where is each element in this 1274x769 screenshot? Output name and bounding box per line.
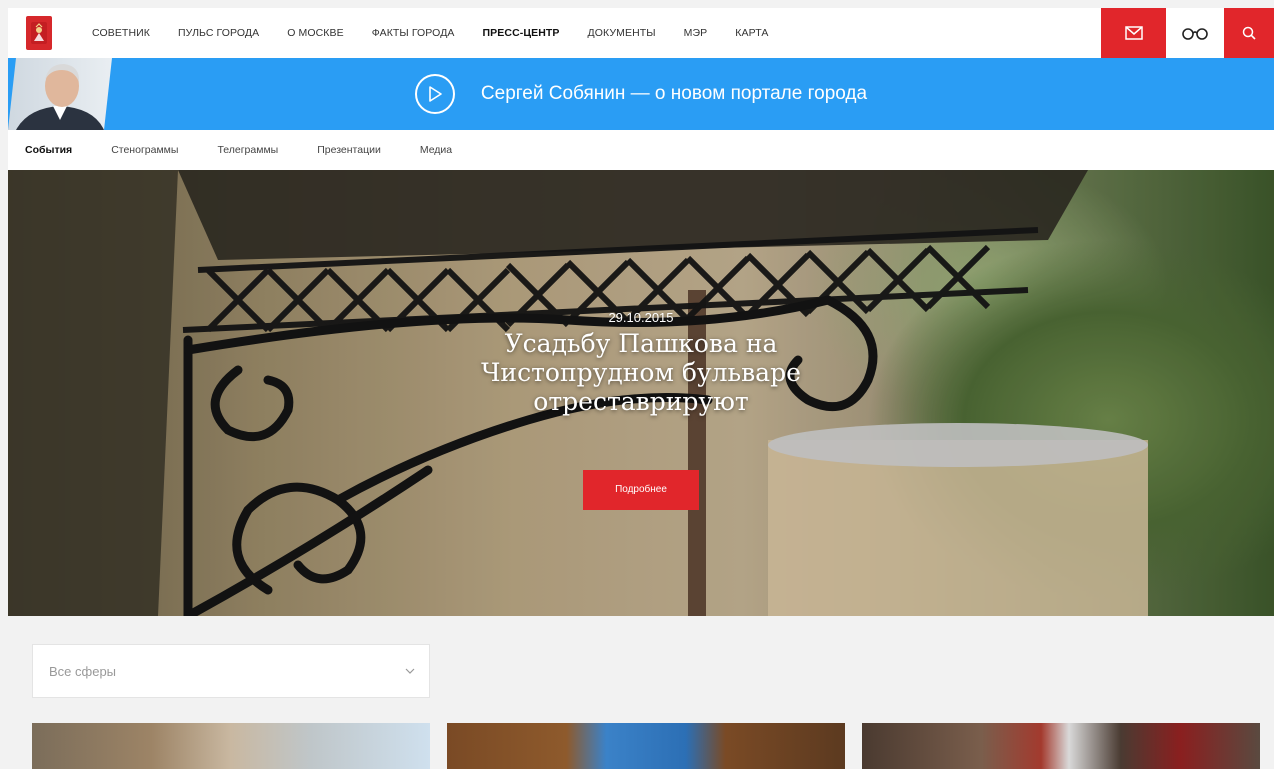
nav-item-dokumenty[interactable]: ДОКУМЕНТЫ [588,27,656,39]
chevron-down-icon [405,668,415,674]
tab-stenogrammy[interactable]: Стенограммы [111,144,178,156]
banner-content: Сергей Собянин — о новом портале города [414,74,867,114]
nav-item-press-center[interactable]: ПРЕСС-ЦЕНТР [483,27,560,39]
search-icon [1242,26,1256,40]
nav-item-puls-goroda[interactable]: ПУЛЬС ГОРОДА [178,27,259,39]
news-card-image[interactable] [447,723,845,769]
tab-prezentatsii[interactable]: Презентации [317,144,381,156]
mayor-video-banner[interactable]: Сергей Собянин — о новом портале города [8,58,1274,130]
nav-item-mer[interactable]: МЭР [684,27,708,39]
nav-item-o-moskve[interactable]: О МОСКВЕ [287,27,344,39]
top-actions [1101,8,1274,58]
accessibility-button[interactable] [1166,8,1224,58]
sphere-filter-value: Все сферы [49,663,117,679]
nav-item-sovetnik[interactable]: СОВЕТНИК [92,27,150,39]
sphere-filter-select[interactable]: Все сферы [32,644,430,698]
hero-slide: 29.10.2015 Усадьбу Пашкова на Чистопрудн… [8,170,1274,616]
press-center-subnav: События Стенограммы Телеграммы Презентац… [8,130,1274,170]
mail-button[interactable] [1101,8,1166,58]
tab-telegrammy[interactable]: Телеграммы [217,144,278,156]
nav-item-fakty-goroda[interactable]: ФАКТЫ ГОРОДА [372,27,455,39]
main-nav: СОВЕТНИК ПУЛЬС ГОРОДА О МОСКВЕ ФАКТЫ ГОР… [92,27,797,39]
more-button[interactable]: Подробнее [583,470,699,510]
search-button[interactable] [1224,8,1274,58]
mayor-portrait [8,58,112,130]
tab-sobytiya[interactable]: События [25,144,72,156]
play-icon[interactable] [414,74,455,114]
mail-icon [1124,26,1143,40]
hero-content: 29.10.2015 Усадьбу Пашкова на Чистопрудн… [8,310,1274,510]
moscow-coat-of-arms-icon[interactable] [26,16,52,50]
news-card-image[interactable] [862,723,1260,769]
hero-date: 29.10.2015 [608,310,674,325]
tab-media[interactable]: Медиа [420,144,452,156]
hero-title[interactable]: Усадьбу Пашкова на Чистопрудном бульваре… [431,329,851,416]
banner-title[interactable]: Сергей Собянин — о новом портале города [481,83,867,105]
nav-item-karta[interactable]: КАРТА [735,27,768,39]
top-navigation-bar: СОВЕТНИК ПУЛЬС ГОРОДА О МОСКВЕ ФАКТЫ ГОР… [8,8,1274,58]
glasses-icon [1182,28,1208,40]
news-card-image[interactable] [32,723,430,769]
